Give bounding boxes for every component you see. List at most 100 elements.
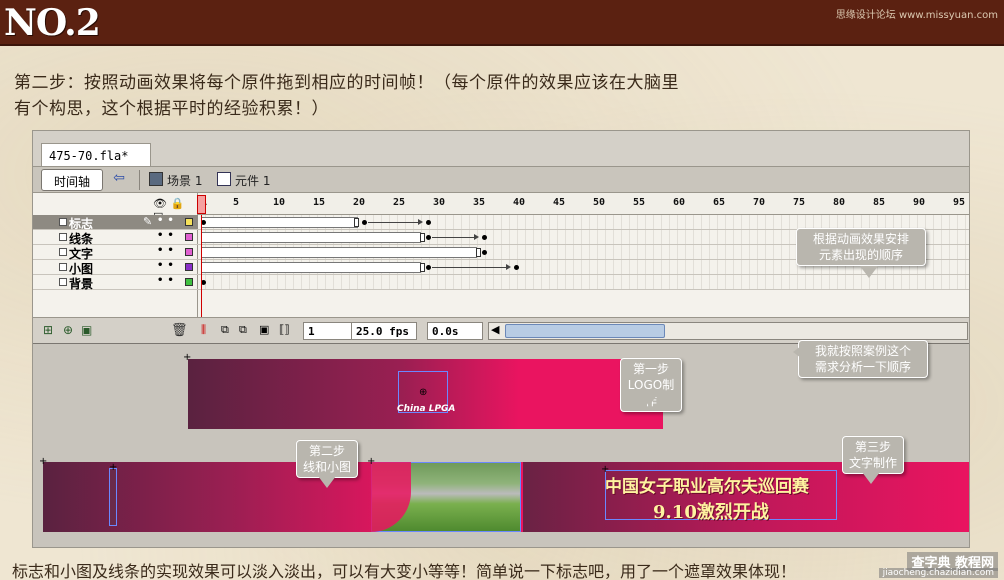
scroll-thumb[interactable] [505,324,665,338]
ruler-tick-label: 15 [313,197,326,208]
tween-arrow-head [474,234,479,240]
toolbar-divider [139,170,140,190]
layer-color-swatch[interactable] [185,278,193,286]
registration-cross-icon: + [39,456,48,467]
logo-banner[interactable]: ⊕ China LPGA [188,359,663,429]
onion-skin-icon[interactable]: ⧉ [221,323,229,337]
callout-line: 文字制作 [848,456,897,470]
edit-bar: 时间轴 ⇦ 场景 1 元件 1 [33,167,969,193]
intro-line-1: 第二步：按照动画效果将每个原件拖到相应的时间帧！（每个原件的效果应该在大脑里 [14,73,679,93]
keyframe-end[interactable] [420,263,425,272]
page-header: NO.2 思缘设计论坛 www.missyuan.com [0,0,1004,46]
layer-color-swatch[interactable] [185,233,193,241]
tween-arrow [432,267,508,268]
callout-line: 线和小图 [302,460,351,474]
ruler-tick-label: 55 [633,197,646,208]
tween-arrow-head [506,264,511,270]
playhead[interactable] [197,195,206,214]
timeline-scrollbar[interactable]: ◀ [488,322,968,340]
add-folder-icon[interactable]: ▣ [81,323,92,337]
ruler-tick-label: 95 [953,197,966,208]
layer-row-logo[interactable]: 标志 ✎ •• [33,215,198,231]
frame-row-bg[interactable] [198,275,969,290]
frame-span [201,232,421,243]
callout-line: 根据动画效果安排 [812,232,909,246]
page-title: NO.2 [4,2,101,44]
registration-cross-icon: + [183,352,192,363]
keyframe-end[interactable] [420,233,425,242]
keyframe[interactable] [514,265,519,270]
bottom-caption: 标志和小图及线条的实现效果可以淡入淡出，可以有大变小等等！简单说一下标志吧，用了… [12,562,797,580]
layer-visibility-dots[interactable]: •• [157,215,178,226]
onion-outline-icon[interactable]: ⧉ [239,323,247,337]
callout-tail [862,472,880,484]
registration-cross-icon: + [109,462,118,473]
layer-visibility-dots[interactable]: •• [157,230,178,241]
center-frame-icon[interactable]: ⫼ [201,323,206,337]
ruler-tick-label: 60 [673,197,686,208]
callout-step2: 第二步 线和小图 [296,440,358,478]
tween-arrow [368,222,420,223]
keyframe[interactable] [482,250,487,255]
keyframe[interactable] [426,220,431,225]
symbol-icon [217,172,231,186]
keyframe[interactable] [482,235,487,240]
back-arrow-icon[interactable]: ⇦ [109,170,129,190]
elapsed-time: 0.0s [427,322,483,340]
document-tab[interactable]: 475-70.fla* [41,143,151,167]
ruler-tick-label: 35 [473,197,486,208]
frame-span [201,262,421,273]
layer-row-lines[interactable]: 线条 •• [33,230,198,246]
frame-span [201,247,477,258]
intro-line-2: 有个构思，这个根据平时的经验积累！） [14,99,329,119]
line-element[interactable] [109,468,117,526]
keyframe[interactable] [426,265,431,270]
layer-row-thumb[interactable]: 小图 •• [33,260,198,276]
ruler-tick-label: 5 [233,197,240,208]
add-layer-icon[interactable]: ⊞ [43,323,53,337]
keyframe-end[interactable] [354,218,359,227]
add-guide-icon[interactable]: ⊕ [63,323,73,337]
layer-visibility-dots[interactable]: •• [157,260,178,271]
callout-tail [640,394,658,406]
layer-icon [59,263,67,271]
callout-line: 需求分析一下顺序 [814,360,911,374]
layer-color-swatch[interactable] [185,248,193,256]
logo-text: China LPGA [397,404,456,414]
callout-tail [860,266,878,278]
layer-color-swatch[interactable] [185,218,193,226]
watermark: 思缘设计论坛 www.missyuan.com [835,10,998,21]
layer-visibility-dots[interactable]: •• [157,245,178,256]
callout-analysis: 我就按照案例这个 需求分析一下顺序 [798,340,928,378]
scroll-left-icon[interactable]: ◀ [491,323,499,336]
tagline-line-1: 中国女子职业高尔夫巡回赛 [605,477,809,497]
layer-visibility-dots[interactable]: •• [157,275,178,286]
ruler-tick-label: 90 [913,197,926,208]
layer-color-swatch[interactable] [185,263,193,271]
layer-name: 背景 [69,277,94,291]
scene-link[interactable]: 场景 1 [167,172,202,189]
edit-multiple-icon[interactable]: ▣ [259,323,269,336]
keyframe[interactable] [362,220,367,225]
scene-icon [149,172,163,186]
tween-arrow [432,237,476,238]
frame-ruler[interactable]: 15101520253035404550556065707580859095 [198,193,969,215]
keyframe-end[interactable] [476,248,481,257]
tagline-line-2: 9.10激烈开战 [653,502,769,523]
callout-order: 根据动画效果安排 元素出现的顺序 [796,228,926,266]
frame-span [201,217,358,228]
layer-icon [59,278,67,286]
layer-row-text[interactable]: 文字 •• [33,245,198,261]
frame-rate[interactable]: 25.0 fps [351,322,417,340]
layer-row-bg[interactable]: 背景 •• [33,275,198,291]
timeline-button[interactable]: 时间轴 [41,169,103,191]
trash-icon[interactable]: 🗑 [171,323,188,338]
ruler-tick-label: 40 [513,197,526,208]
ruler-tick-label: 70 [753,197,766,208]
callout-line: 我就按照案例这个 [814,344,911,358]
ruler-tick-label: 30 [433,197,446,208]
onion-markers-icon[interactable]: ⟦⟧ [279,323,290,336]
callout-line: 第二步 [308,444,345,458]
symbol-link[interactable]: 元件 1 [235,172,270,189]
keyframe[interactable] [426,235,431,240]
